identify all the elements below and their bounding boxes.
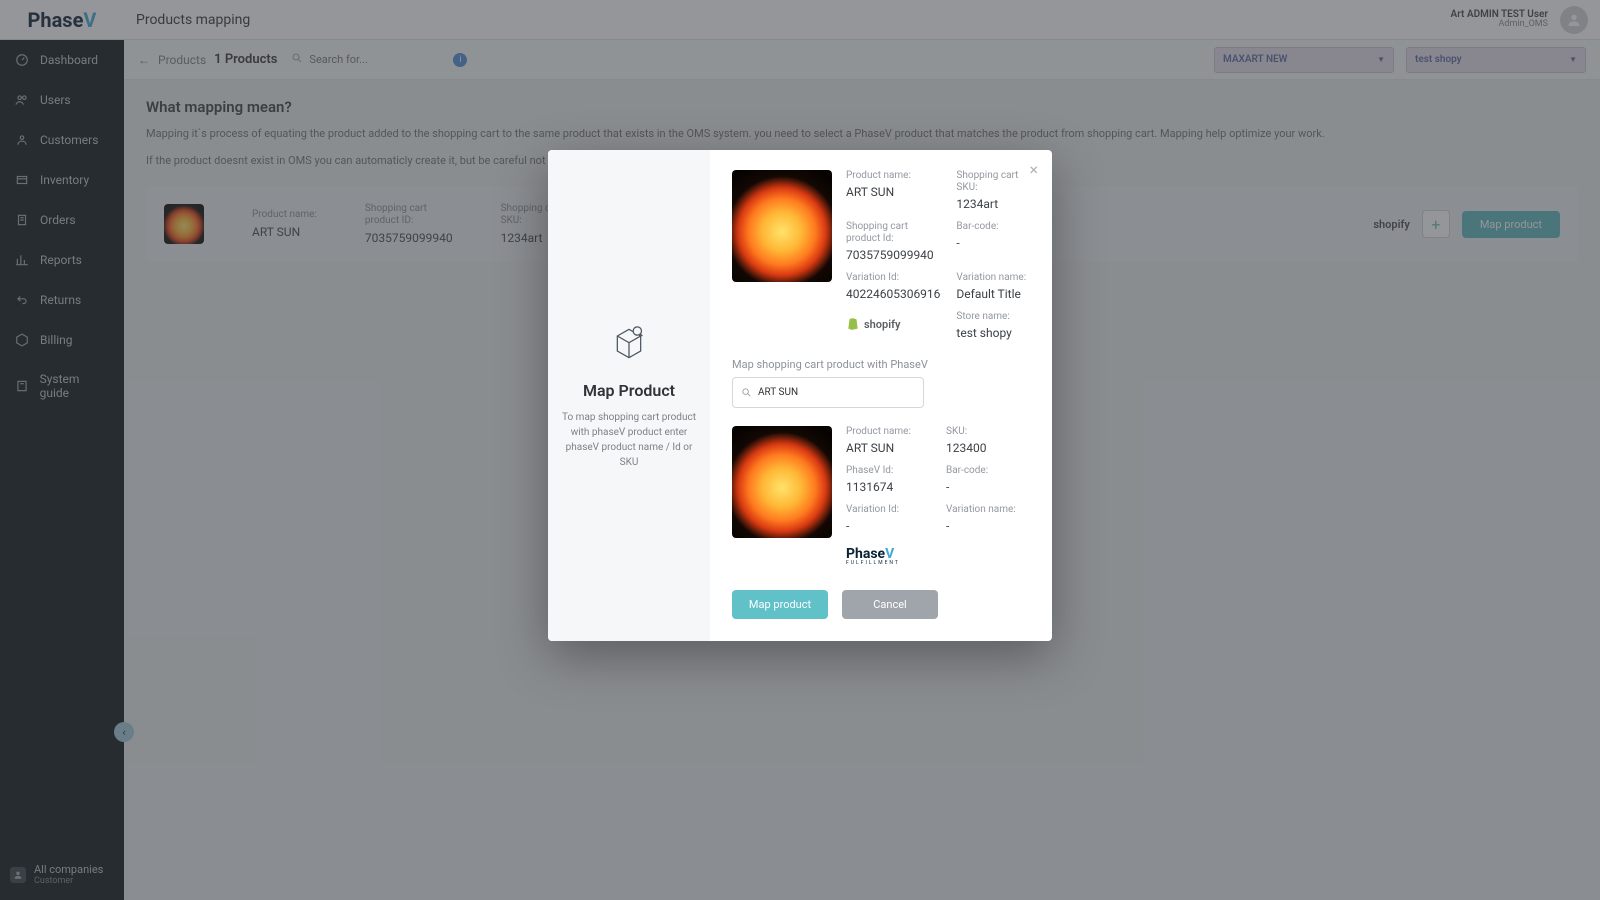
s2-name-lbl: Product name:: [846, 426, 930, 438]
s1-bc-lbl: Bar-code:: [956, 221, 1030, 233]
box-search-icon: [609, 321, 649, 365]
s2-vname-val: -: [946, 519, 1030, 533]
s2-bc-lbl: Bar-code:: [946, 465, 1030, 477]
s1-vid-val: 40224605306916: [846, 287, 940, 301]
close-icon[interactable]: ×: [1029, 160, 1038, 179]
modal-overlay: × Map Product To map shopping cart produ…: [0, 0, 1600, 900]
s2-bc-val: -: [946, 480, 1030, 494]
s2-name-val: ART SUN: [846, 441, 930, 455]
modal-title: Map Product: [583, 381, 675, 400]
shopify-text: shopify: [864, 318, 900, 331]
s2-vid-lbl: Variation Id:: [846, 504, 930, 516]
map-section-label: Map shopping cart product with PhaseV: [732, 358, 1030, 371]
s1-sku-lbl: Shopping cart SKU:: [956, 170, 1030, 194]
modal-search-input[interactable]: [758, 387, 915, 398]
s2-pvid-lbl: PhaseV Id:: [846, 465, 930, 477]
s1-id-lbl: Shopping cart product Id:: [846, 221, 940, 245]
s1-vid-lbl: Variation Id:: [846, 272, 940, 284]
s1-vname-lbl: Variation name:: [956, 272, 1030, 284]
s1-store-val: test shopy: [956, 326, 1030, 340]
s2-vid-val: -: [846, 519, 930, 533]
s1-sku-val: 1234art: [956, 197, 1030, 211]
s1-id-val: 7035759099940: [846, 248, 940, 262]
s1-name-val: ART SUN: [846, 185, 940, 199]
s1-vname-val: Default Title: [956, 287, 1030, 301]
s2-pvid-val: 1131674: [846, 480, 930, 494]
modal-right-panel: Product name: ART SUN Shopping cart SKU: 1…: [710, 150, 1052, 641]
modal-map-button[interactable]: Map product: [732, 590, 828, 619]
s1-bc-val: -: [956, 236, 1030, 250]
map-product-modal: × Map Product To map shopping cart produ…: [548, 150, 1052, 641]
s2-sku-val: 123400: [946, 441, 1030, 455]
s2-vname-lbl: Variation name:: [946, 504, 1030, 516]
modal-search-wrap: [732, 377, 924, 408]
cart-product-image: [732, 170, 832, 282]
shopify-icon: [846, 317, 860, 331]
modal-left-panel: Map Product To map shopping cart product…: [548, 150, 710, 641]
shopify-brand: shopify: [846, 317, 900, 331]
s2-sku-lbl: SKU:: [946, 426, 1030, 438]
search-icon: [741, 383, 752, 402]
s1-store-lbl: Store name:: [956, 311, 1030, 323]
modal-cancel-button[interactable]: Cancel: [842, 590, 938, 619]
phasev-product-image: [732, 426, 832, 538]
s1-name-lbl: Product name:: [846, 170, 940, 182]
phasev-brand: PhaseVFULFILLMENT: [846, 546, 1030, 566]
modal-subtitle: To map shopping cart product with phaseV…: [560, 410, 698, 470]
